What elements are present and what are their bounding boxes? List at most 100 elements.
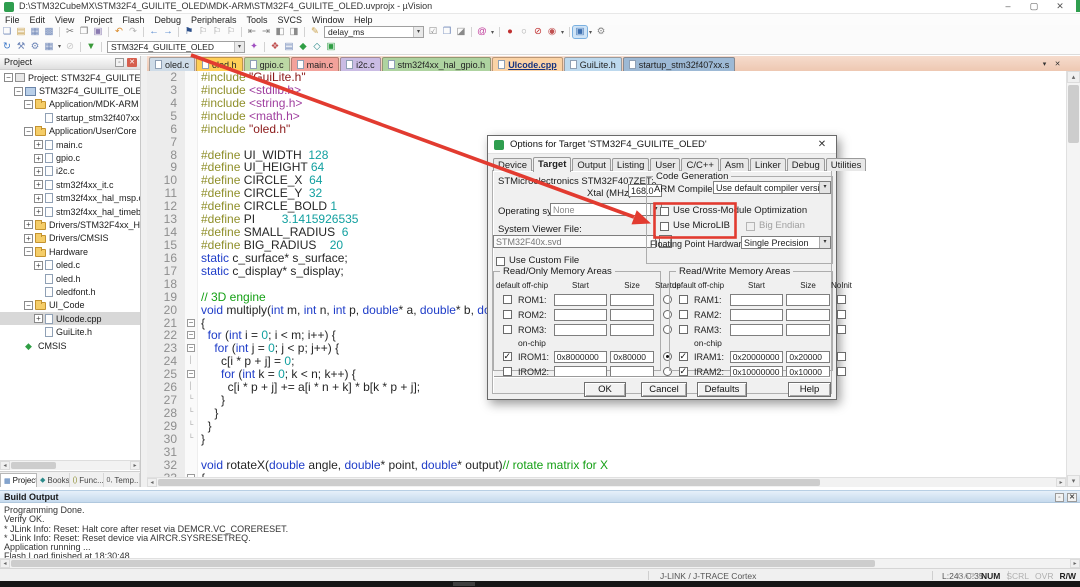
- arm-compiler-combo[interactable]: Use default compiler version 5 ▾: [713, 181, 831, 194]
- tree-item[interactable]: +oled.c: [0, 258, 140, 271]
- new-file-icon[interactable]: ❏: [0, 26, 14, 38]
- batch-build-icon-dropdown[interactable]: ▾: [56, 43, 63, 50]
- fph-combo[interactable]: Single Precision ▾: [741, 236, 831, 249]
- irom1-start-input[interactable]: 0x8000000: [554, 351, 608, 363]
- minimize-button[interactable]: –: [1002, 0, 1014, 13]
- tree-item[interactable]: +UIcode.cpp: [0, 312, 140, 325]
- fold-margin[interactable]: −: [185, 368, 198, 381]
- redo-icon[interactable]: ↷: [126, 26, 140, 38]
- menu-file[interactable]: File: [0, 15, 25, 25]
- doc-tab-UIcode-cpp[interactable]: UIcode.cpp: [492, 57, 563, 71]
- tree-item[interactable]: startup_stm32f407xx.s: [0, 111, 140, 124]
- fold-margin[interactable]: −: [185, 342, 198, 355]
- ok-button[interactable]: OK: [584, 382, 626, 397]
- dialog-tab-debug[interactable]: Debug: [787, 158, 825, 171]
- ram3-start-input[interactable]: [730, 324, 784, 336]
- manage-project-items-icon[interactable]: ❖: [268, 41, 282, 53]
- close-document-icon[interactable]: ✕: [1052, 59, 1063, 70]
- rom2-size-input[interactable]: [610, 309, 653, 321]
- nav-back-icon[interactable]: ←: [147, 26, 161, 38]
- fold-margin[interactable]: [185, 149, 198, 162]
- irom2-default-checkbox[interactable]: [503, 367, 512, 376]
- fold-margin[interactable]: [185, 265, 198, 278]
- panel-tab-project[interactable]: ▦Project: [0, 473, 37, 487]
- doc-tab-startup_stm32f407xx-s[interactable]: startup_stm32f407xx.s: [623, 57, 736, 71]
- configure-icon[interactable]: ⚙: [594, 26, 608, 38]
- irom1-default-checkbox[interactable]: [503, 352, 512, 361]
- expander-icon[interactable]: +: [34, 167, 43, 176]
- goto-symbol-icon-dropdown[interactable]: ▾: [489, 29, 496, 36]
- fold-collapse-icon[interactable]: −: [187, 344, 195, 352]
- doc-tab-gpio-c[interactable]: gpio.c: [244, 57, 290, 71]
- build-icon[interactable]: ⚒: [14, 41, 28, 53]
- software-packs-icon[interactable]: ◇: [310, 41, 324, 53]
- tree-item[interactable]: oled.h: [0, 272, 140, 285]
- dialog-tab-user[interactable]: User: [650, 158, 680, 171]
- tree-item[interactable]: −Hardware: [0, 245, 140, 258]
- iram2-default-checkbox[interactable]: [679, 367, 688, 376]
- editor-hscrollbar[interactable]: ◂ ▸: [147, 477, 1066, 487]
- dropdown-icon[interactable]: ▾: [413, 27, 423, 37]
- fold-margin[interactable]: [185, 174, 198, 187]
- ram2-start-input[interactable]: [730, 309, 784, 321]
- panel-tab-books[interactable]: ◆Books: [37, 473, 70, 487]
- rom2-default-checkbox[interactable]: [503, 310, 512, 319]
- dialog-tab-output[interactable]: Output: [572, 158, 611, 171]
- options-for-target-icon[interactable]: ✦: [247, 41, 261, 53]
- iram1-default-checkbox[interactable]: [679, 352, 688, 361]
- goto-symbol-icon[interactable]: @: [475, 26, 489, 38]
- copy-icon[interactable]: ❐: [77, 26, 91, 38]
- outdent-icon[interactable]: ⇤: [245, 26, 259, 38]
- expander-icon[interactable]: +: [34, 154, 43, 163]
- irom1-size-input[interactable]: 0x80000: [610, 351, 653, 363]
- indent-icon[interactable]: ⇥: [259, 26, 273, 38]
- breakpoint-kill-icon[interactable]: ⊘: [531, 26, 545, 38]
- scroll-down-icon[interactable]: ▾: [1067, 475, 1080, 487]
- build-output-hscrollbar[interactable]: ◂ ▸: [0, 558, 1080, 568]
- menu-view[interactable]: View: [50, 15, 79, 25]
- rom3-default-checkbox[interactable]: [503, 325, 512, 334]
- tree-item[interactable]: −Application/User/Core: [0, 125, 140, 138]
- build-output-log[interactable]: Programming Done.Verify OK.* JLink Info:…: [0, 504, 1080, 558]
- close-icon[interactable]: ✕: [1067, 493, 1077, 502]
- menu-window[interactable]: Window: [307, 15, 349, 25]
- tree-item[interactable]: +Drivers/STM32F4xx_HAL_Dri: [0, 218, 140, 231]
- fold-margin[interactable]: [185, 304, 198, 317]
- fold-margin[interactable]: └: [185, 394, 198, 407]
- fold-margin[interactable]: [185, 97, 198, 110]
- comment-icon[interactable]: ◧: [273, 26, 287, 38]
- fold-margin[interactable]: [185, 459, 198, 472]
- file-search-icon[interactable]: ✎: [308, 26, 322, 38]
- rebuild-icon[interactable]: ⚙: [28, 41, 42, 53]
- doc-tab-GuiLite-h[interactable]: GuiLite.h: [564, 57, 622, 71]
- pin-icon[interactable]: ▫: [1055, 493, 1064, 502]
- dialog-tab-device[interactable]: Device: [493, 158, 532, 171]
- ram2-size-input[interactable]: [786, 309, 829, 321]
- menu-help[interactable]: Help: [349, 15, 378, 25]
- scroll-up-icon[interactable]: ▴: [1067, 71, 1080, 83]
- file-extensions-icon[interactable]: ▤: [282, 41, 296, 53]
- dialog-tab-linker[interactable]: Linker: [750, 158, 786, 171]
- expander-icon[interactable]: +: [34, 207, 43, 216]
- menu-flash[interactable]: Flash: [117, 15, 149, 25]
- scroll-thumb[interactable]: [158, 479, 820, 486]
- tree-item[interactable]: +i2c.c: [0, 165, 140, 178]
- paste-icon[interactable]: ▣: [91, 26, 105, 38]
- fold-collapse-icon[interactable]: −: [187, 370, 195, 378]
- fold-collapse-icon[interactable]: −: [187, 319, 195, 327]
- dialog-close-icon[interactable]: ✕: [816, 139, 828, 151]
- doc-tab-i2c-c[interactable]: i2c.c: [340, 57, 381, 71]
- ram3-size-input[interactable]: [786, 324, 829, 336]
- doc-tab-main-c[interactable]: main.c: [291, 57, 340, 71]
- find-icon[interactable]: ☑: [426, 26, 440, 38]
- ram3-noinit-checkbox[interactable]: [837, 325, 846, 334]
- fold-margin[interactable]: │: [185, 355, 198, 368]
- scroll-right-icon[interactable]: ▸: [1056, 478, 1066, 487]
- fold-margin[interactable]: └: [185, 420, 198, 433]
- cross-module-checkbox[interactable]: [660, 207, 669, 216]
- tree-item[interactable]: +main.c: [0, 138, 140, 151]
- expander-icon[interactable]: +: [34, 180, 43, 189]
- ram1-size-input[interactable]: [786, 294, 829, 306]
- menu-debug[interactable]: Debug: [149, 15, 186, 25]
- doc-tab-oled-c[interactable]: oled.c: [149, 57, 195, 71]
